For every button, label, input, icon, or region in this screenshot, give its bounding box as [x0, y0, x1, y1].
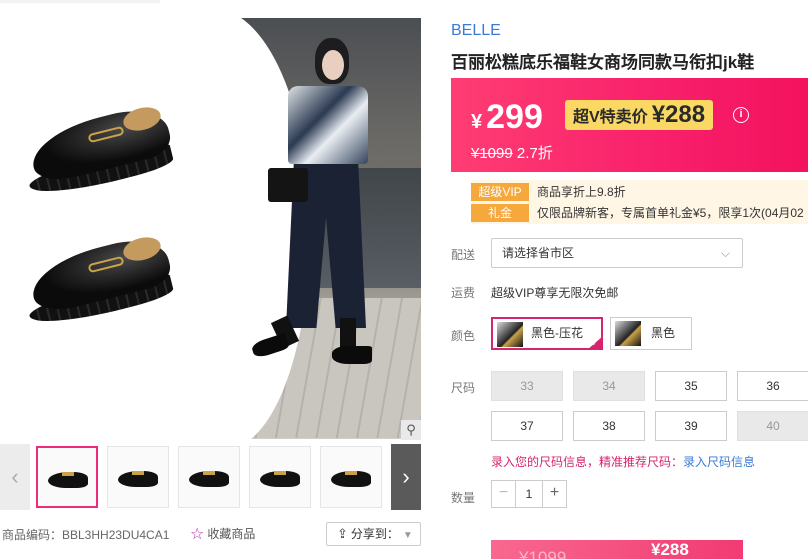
- buy-now-button[interactable]: ¥1099 ¥288: [491, 540, 743, 559]
- region-select[interactable]: 请选择省市区 ⌵: [491, 238, 743, 268]
- delivery-label: 配送: [451, 248, 476, 262]
- color-option-black-embossed[interactable]: 黑色-压花 ✓: [491, 317, 603, 350]
- promotion-box: 超级VIP 商品享折上9.8折 礼金 仅限品牌新客，专属首单礼金¥5，限享1次(04…: [471, 180, 808, 224]
- model-face: [322, 50, 344, 80]
- share-icon: ⇪: [337, 526, 348, 541]
- size-tip-link[interactable]: 录入尺码信息: [683, 455, 755, 469]
- thumbnail[interactable]: [249, 446, 311, 508]
- minus-icon[interactable]: −: [492, 481, 516, 507]
- brand-name[interactable]: BELLE: [451, 22, 501, 40]
- chevron-left-icon[interactable]: ‹: [0, 444, 30, 510]
- info-icon[interactable]: i: [733, 107, 749, 123]
- thumbnail[interactable]: [107, 446, 169, 508]
- buy-old-price: ¥1099: [519, 548, 567, 559]
- thumbnail[interactable]: [36, 446, 98, 508]
- model-bag: [268, 168, 308, 202]
- model-shoe: [332, 346, 372, 364]
- top-divider: [0, 0, 160, 3]
- sku-code: 商品编码：BBL3HH23DU4CA1: [2, 528, 170, 542]
- check-icon: ✓: [587, 336, 603, 350]
- original-price: ¥1099: [471, 145, 513, 162]
- discount-rate: 2.7折: [516, 145, 553, 162]
- promo-gift: 礼金 仅限品牌新客，专属首单礼金¥5，限享1次(04月02: [471, 203, 804, 223]
- thumbnail-strip: ‹ ›: [0, 444, 421, 510]
- quantity-input[interactable]: 1: [516, 481, 542, 507]
- size-option: 40: [737, 411, 808, 441]
- model-shirt: [288, 86, 368, 164]
- original-price-row: ¥1099 2.7折: [471, 142, 553, 163]
- plus-icon[interactable]: +: [542, 481, 566, 507]
- color-label: 颜色: [451, 329, 476, 343]
- chevron-down-icon: ⌵: [720, 246, 730, 260]
- chevron-right-icon[interactable]: ›: [391, 444, 421, 510]
- share-label: 分享到：: [350, 527, 399, 541]
- size-label: 尺码: [451, 381, 476, 395]
- favorite-button[interactable]: ☆ 收藏商品: [190, 524, 255, 544]
- thumbnail[interactable]: [320, 446, 382, 508]
- size-tip: 录入您的尺码信息，精准推荐尺码：录入尺码信息: [491, 453, 755, 470]
- svip-label: 超V特卖价: [573, 109, 648, 126]
- color-thumbnail: [497, 322, 523, 347]
- size-option[interactable]: 36: [737, 371, 808, 401]
- color-option-label: 黑色-压花: [531, 326, 583, 340]
- size-option[interactable]: 37: [491, 411, 563, 441]
- promo-text: 商品享折上9.8折: [537, 185, 626, 199]
- color-option-black[interactable]: 黑色: [610, 317, 692, 350]
- promo-svip: 超级VIP 商品享折上9.8折: [471, 182, 626, 202]
- size-option[interactable]: 39: [655, 411, 727, 441]
- thumbnail[interactable]: [178, 446, 240, 508]
- product-title: 百丽松糕底乐福鞋女商场同款马衔扣jk鞋: [451, 53, 755, 72]
- svip-price-badge: 超V特卖价 ¥288: [565, 100, 714, 130]
- size-option: 33: [491, 371, 563, 401]
- region-placeholder: 请选择省市区: [502, 246, 575, 260]
- size-tip-text: 录入您的尺码信息，精准推荐尺码：: [491, 455, 684, 469]
- svip-price: ¥288: [651, 101, 706, 128]
- shipping-text: 超级VIP尊享无限次免邮: [491, 286, 619, 300]
- share-dropdown[interactable]: ⇪ 分享到： ▼: [326, 522, 421, 546]
- size-option: 34: [573, 371, 645, 401]
- price-banner: ¥299 超V特卖价 ¥288 i ¥1099 2.7折: [451, 78, 808, 172]
- shipping-label: 运费: [451, 286, 476, 300]
- buy-new-price: ¥288: [651, 540, 689, 559]
- promo-text: 仅限品牌新客，专属首单礼金¥5，限享1次(04月02: [537, 206, 804, 220]
- promo-tag: 礼金: [471, 204, 529, 222]
- caret-down-icon: ▼: [402, 530, 413, 541]
- quantity-stepper: − 1 +: [491, 480, 567, 508]
- favorite-label: 收藏商品: [207, 527, 256, 541]
- color-option-label: 黑色: [651, 326, 676, 340]
- product-shoe-bottom: [18, 228, 178, 332]
- product-meta-row: 商品编码：BBL3HH23DU4CA1 ☆ 收藏商品 ⇪ 分享到： ▼: [0, 522, 421, 548]
- quantity-label: 数量: [451, 491, 476, 505]
- size-option[interactable]: 38: [573, 411, 645, 441]
- star-icon: ☆: [190, 526, 205, 543]
- magnifier-icon[interactable]: ⚲: [401, 420, 421, 440]
- current-price: ¥299: [471, 98, 543, 136]
- product-shoe-top: [18, 98, 178, 202]
- color-thumbnail: [615, 321, 641, 346]
- main-product-image[interactable]: [0, 18, 421, 439]
- size-option[interactable]: 35: [655, 371, 727, 401]
- promo-tag: 超级VIP: [471, 183, 529, 201]
